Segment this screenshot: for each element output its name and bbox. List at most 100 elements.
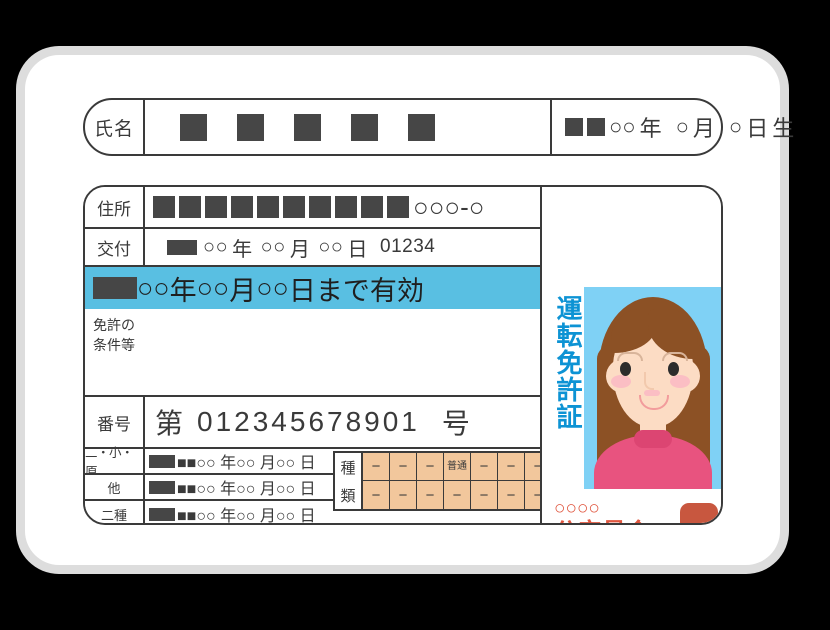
acquisition-row-label: 二種 xyxy=(85,501,145,523)
conditions-line-2: 条件等 xyxy=(93,337,135,354)
conditions-row: 免許の 条件等 xyxy=(85,309,540,397)
mask-block xyxy=(162,454,175,468)
mask-block xyxy=(565,118,583,136)
acquisition-date-text: ■■○○ 年○○ 月○○ 日 xyxy=(177,508,316,525)
grid-column: − − xyxy=(498,453,525,509)
grid-cell-futsuu: 普通 xyxy=(444,453,470,481)
expiry-value: ○○ 年 ○○ 月 ○○ 日 まで有効 xyxy=(85,269,424,308)
mask-block xyxy=(387,196,409,218)
expiry-year: ○○ xyxy=(137,272,170,303)
eye-right xyxy=(668,362,679,376)
mask-block xyxy=(257,196,279,218)
expiry-day: ○○ xyxy=(256,272,289,303)
mask-block xyxy=(149,454,162,468)
grid-cell: − xyxy=(452,486,462,504)
issue-date-row: 交付 ○○ 年 ○○ 月 ○○ 日 01234 xyxy=(85,229,540,267)
mask-block xyxy=(309,196,331,218)
license-number-row: 番号 第 012345678901 号 xyxy=(85,397,540,449)
collar xyxy=(634,430,672,448)
mask-block xyxy=(361,196,383,218)
eye-left xyxy=(620,362,631,376)
address-zip: ○○○-○ xyxy=(413,191,485,222)
acquisition-date-text: ■■○○ 年○○ 月○○ 日 xyxy=(177,455,316,472)
license-number-label: 番号 xyxy=(85,397,145,447)
eyebrow-right xyxy=(662,352,688,361)
grid-column: − − xyxy=(390,453,417,509)
license-body-frame: 住所 ○○○-○ 交付 ○○ 年 ○○ 月 ○○ 日 01234 ○○ 年 ○○… xyxy=(83,185,723,525)
birth-month-unit: 月 xyxy=(692,116,715,141)
mask-block xyxy=(179,196,201,218)
acquisition-row-label: 他 xyxy=(85,475,145,499)
drivers-license-card: 氏名 ○○ 年 ○ 月 ○ 日 生 住所 ○○○-○ 交付 ○○ 年 ○○ 月 … xyxy=(25,55,794,565)
issue-date-value: ○○ 年 ○○ 月 ○○ 日 01234 xyxy=(145,229,540,265)
grid-column: − − xyxy=(417,453,444,509)
issue-date-label: 交付 xyxy=(85,229,145,265)
cheek-right xyxy=(670,375,690,388)
grid-cell: − xyxy=(363,453,389,481)
license-number-value: 第 012345678901 号 xyxy=(145,397,540,447)
issue-day: ○○ xyxy=(318,235,344,258)
mask-block xyxy=(115,277,137,299)
address-masked-blocks xyxy=(153,196,409,218)
mask-block xyxy=(162,507,175,521)
mask-block xyxy=(149,507,162,521)
grid-cell: − xyxy=(471,453,497,481)
mask-block xyxy=(294,113,321,141)
mask-block xyxy=(182,239,197,255)
license-title-vertical: 運転免許証 xyxy=(553,295,583,430)
issuing-authority-name: 公安員会 xyxy=(554,519,666,523)
license-number-prefix: 第 xyxy=(155,408,184,439)
grid-column: − − xyxy=(363,453,390,509)
mask-block xyxy=(587,118,605,136)
mask-block xyxy=(231,196,253,218)
license-data-column: 住所 ○○○-○ 交付 ○○ 年 ○○ 月 ○○ 日 01234 ○○ 年 ○○… xyxy=(85,187,553,525)
mask-block xyxy=(162,480,175,494)
mask-block xyxy=(93,277,115,299)
mask-block xyxy=(351,113,378,141)
grid-cell: − xyxy=(498,453,524,481)
license-type-grid: 種 類 − − − − − − 普通 − − − − − − − xyxy=(333,451,553,511)
name-masked-value xyxy=(180,100,435,154)
grid-header-line-2: 類 xyxy=(340,487,356,505)
birthdate-value: ○○ 年 ○ 月 ○ 日 生 xyxy=(565,100,794,154)
mask-block xyxy=(205,196,227,218)
expiry-month-unit: 月 xyxy=(229,275,257,306)
name-row-frame: 氏名 ○○ 年 ○ 月 ○ 日 生 xyxy=(83,98,794,156)
birth-year-unit: 年 xyxy=(639,116,662,141)
mask-block xyxy=(153,196,175,218)
mask-block xyxy=(283,196,305,218)
nose xyxy=(644,372,654,390)
birth-suffix: 生 xyxy=(772,116,795,141)
mask-block xyxy=(408,113,435,141)
address-row-label: 住所 xyxy=(85,187,145,227)
grid-cell: − xyxy=(390,453,416,481)
issue-month: ○○ xyxy=(260,235,286,258)
cheek-left xyxy=(611,375,631,388)
birth-year: ○○ xyxy=(609,114,636,139)
issue-reference-number: 01234 xyxy=(380,236,436,257)
expiry-year-unit: 年 xyxy=(169,275,197,306)
license-number-suffix: 号 xyxy=(441,408,470,439)
mask-block xyxy=(180,113,207,141)
grid-column: − − xyxy=(471,453,498,509)
expiry-day-unit: 日 xyxy=(288,275,316,306)
issuing-authority: ○○○○ 公安員会 xyxy=(554,498,666,523)
name-row-label: 氏名 xyxy=(85,100,145,154)
mask-block xyxy=(167,239,182,255)
grid-cell: − xyxy=(371,486,381,504)
mask-block xyxy=(149,480,162,494)
issue-year: ○○ xyxy=(203,235,229,258)
acquisition-date-text: ■■○○ 年○○ 月○○ 日 xyxy=(177,481,316,498)
official-seal-stamp xyxy=(680,503,718,523)
expiry-band: ○○ 年 ○○ 月 ○○ 日 まで有効 xyxy=(85,267,540,309)
grid-cell: − xyxy=(479,486,489,504)
license-photo-pane: 運転免許証 ○○○○ xyxy=(542,187,721,523)
issue-month-unit: 月 xyxy=(289,238,311,261)
expiry-month: ○○ xyxy=(196,272,230,303)
grid-cell: − xyxy=(398,486,408,504)
conditions-label: 免許の 条件等 xyxy=(85,309,135,356)
mask-block xyxy=(237,113,264,141)
birth-day: ○ xyxy=(728,114,743,139)
portrait-photo xyxy=(584,287,721,489)
issuing-authority-masked: ○○○○ xyxy=(554,498,600,519)
